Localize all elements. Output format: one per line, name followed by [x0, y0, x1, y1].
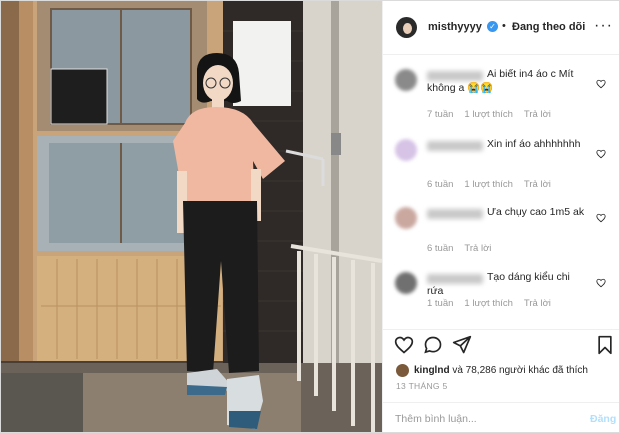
share-icon[interactable] [452, 335, 472, 355]
comment-text: Ưa chụy cao 1m5 ak [487, 206, 585, 218]
comment-time[interactable]: 6 tuần [427, 179, 453, 190]
user-avatar[interactable] [396, 17, 417, 38]
post-header: misthyyyy ✓ • Đang theo dõi ··· [383, 1, 619, 55]
verified-badge-icon: ✓ [487, 21, 498, 32]
header-separator: • [502, 20, 506, 32]
commenter-avatar[interactable] [395, 272, 417, 294]
reply-button[interactable]: Trả lời [524, 109, 551, 120]
comment-like-heart-icon[interactable] [596, 213, 606, 223]
post-date[interactable]: 13 THÁNG 5 [396, 381, 448, 391]
comments-list: Ai biết in4 áo c Mít không a 😭😭 7 tuần 1 … [383, 55, 619, 329]
comment-likes[interactable]: 1 lượt thích [464, 298, 513, 309]
post-actions: kinglnd và 78,286 người khác đã thích 13… [383, 329, 619, 432]
liker-avatar[interactable] [396, 364, 409, 377]
comment-meta: 6 tuần Trả lời [427, 243, 502, 254]
comment-icon[interactable] [423, 335, 443, 355]
comment-text: Tạo dáng kiểu chi rứa [427, 271, 570, 297]
comment-like-heart-icon[interactable] [596, 278, 606, 288]
comment-meta: 1 tuần 1 lượt thích Trả lời [427, 298, 562, 309]
username-link[interactable]: misthyyyy [428, 21, 482, 33]
comment-likes[interactable]: 1 lượt thích [464, 179, 513, 190]
reply-button[interactable]: Trả lời [464, 243, 491, 254]
photo-illustration [1, 1, 382, 432]
bookmark-icon[interactable] [595, 335, 615, 355]
reply-button[interactable]: Trả lời [524, 179, 551, 190]
comment-like-heart-icon[interactable] [596, 149, 606, 159]
reply-button[interactable]: Trả lời [524, 298, 551, 309]
comment-likes[interactable]: 1 lượt thích [464, 109, 513, 120]
comment-meta: 7 tuần 1 lượt thích Trả lời [427, 109, 562, 120]
more-options-icon[interactable]: ··· [594, 17, 613, 35]
comment-time[interactable]: 1 tuần [427, 298, 453, 309]
liker-username[interactable]: kinglnd [414, 365, 450, 376]
comment-meta: 6 tuần 1 lượt thích Trả lời [427, 179, 562, 190]
comment-time[interactable]: 6 tuần [427, 243, 453, 254]
commenter-avatar[interactable] [395, 69, 417, 91]
post-side-panel: misthyyyy ✓ • Đang theo dõi ··· Ai biết … [382, 1, 619, 432]
commenter-avatar[interactable] [395, 139, 417, 161]
add-comment-bar: Thêm bình luận... Đăng [383, 402, 619, 432]
comment-text: Ai biết in4 áo c Mít không a 😭😭 [427, 68, 574, 94]
likes-count-text[interactable]: và 78,286 người khác đã thích [452, 365, 588, 376]
comment-time[interactable]: 7 tuần [427, 109, 453, 120]
comment-like-heart-icon[interactable] [596, 79, 606, 89]
comment-input[interactable]: Thêm bình luận... [395, 413, 477, 425]
post-comment-button[interactable]: Đăng [590, 413, 616, 425]
instagram-post: misthyyyy ✓ • Đang theo dõi ··· Ai biết … [0, 0, 620, 433]
heart-icon[interactable] [394, 335, 414, 355]
likes-summary: kinglnd và 78,286 người khác đã thích [414, 365, 588, 376]
comment-text: Xin inf áo ahhhhhhh [487, 138, 581, 150]
commenter-avatar[interactable] [395, 207, 417, 229]
following-button[interactable]: Đang theo dõi [512, 21, 585, 33]
post-photo[interactable] [1, 1, 382, 432]
